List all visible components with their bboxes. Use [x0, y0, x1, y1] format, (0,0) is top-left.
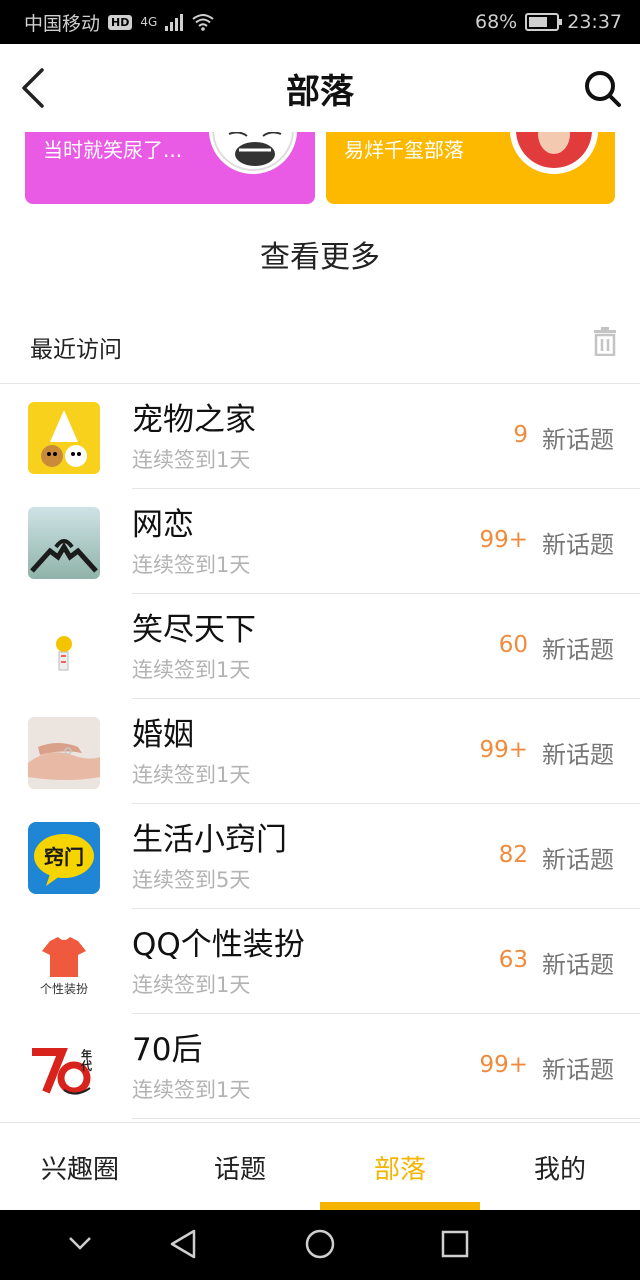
laughing-emoji-icon — [28, 612, 100, 684]
nav-home-icon[interactable] — [304, 1228, 336, 1260]
checkin-streak: 连续签到1天 — [132, 763, 251, 787]
tips-bubble-icon: 窍门 — [28, 822, 100, 894]
new-topic-count: 82 — [498, 842, 528, 868]
marriage-hands-icon — [28, 717, 100, 789]
list-item[interactable]: 个性装扮 QQ个性装扮 连续签到1天 63 新话题 — [0, 909, 640, 1014]
seventies-icon-text: 年代 — [80, 1048, 94, 1072]
list-item[interactable]: 宠物之家 连续签到1天 9 新话题 — [0, 384, 640, 489]
featured-cards: 当时就笑尿了... 易烊千玺部落 — [0, 132, 640, 212]
tribe-name: 宠物之家 — [132, 402, 256, 438]
recent-visits-label: 最近访问 — [30, 337, 122, 363]
tab-me[interactable]: 我的 — [480, 1123, 640, 1210]
bottom-tab-bar: 兴趣圈 话题 部落 我的 — [0, 1122, 640, 1210]
tips-icon-text: 窍门 — [44, 845, 84, 869]
featured-card-2[interactable]: 易烊千玺部落 — [326, 132, 615, 204]
page-title: 部落 — [286, 71, 354, 112]
checkin-streak: 连续签到1天 — [132, 973, 251, 997]
status-bar: 中国移动 HD 4G 68% 23:37 — [0, 0, 640, 44]
list-item[interactable]: 婚姻 连续签到1天 99+ 新话题 — [0, 699, 640, 804]
new-topic-count: 99+ — [479, 527, 528, 553]
trash-icon[interactable] — [592, 326, 618, 356]
tab-topics[interactable]: 话题 — [160, 1123, 320, 1210]
battery-icon — [525, 13, 563, 31]
online-love-icon — [28, 507, 100, 579]
tab-label: 兴趣圈 — [40, 1155, 119, 1185]
new-topic-label: 新话题 — [542, 741, 614, 769]
checkin-streak: 连续签到1天 — [132, 553, 251, 577]
list-item[interactable]: 笑尽天下 连续签到1天 60 新话题 — [0, 594, 640, 699]
featured-card-text: 当时就笑尿了... — [43, 138, 183, 162]
tribe-list: 宠物之家 连续签到1天 9 新话题 网恋 连续签到1天 99+ 新话题 笑尽天下… — [0, 384, 640, 1119]
view-more-button[interactable]: 查看更多 — [0, 232, 640, 276]
list-item[interactable]: 网恋 连续签到1天 99+ 新话题 — [0, 489, 640, 594]
tab-label: 话题 — [213, 1155, 266, 1185]
recent-visits-header: 最近访问 — [0, 312, 640, 384]
tab-interest-circle[interactable]: 兴趣圈 — [0, 1123, 160, 1210]
app-header: 部落 — [0, 44, 640, 132]
chevron-down-icon[interactable] — [66, 1228, 94, 1258]
checkin-streak: 连续签到1天 — [132, 1078, 251, 1102]
new-topic-label: 新话题 — [542, 636, 614, 664]
active-tab-indicator — [320, 1202, 480, 1210]
tab-label: 部落 — [373, 1155, 426, 1185]
tshirt-icon-text: 个性装扮 — [40, 982, 88, 996]
carrier-label: 中国移动 — [24, 12, 101, 35]
featured-card-1[interactable]: 当时就笑尿了... — [25, 132, 315, 204]
featured-card-text: 易烊千玺部落 — [344, 138, 464, 162]
wifi-icon — [192, 14, 214, 31]
new-topic-label: 新话题 — [542, 1056, 614, 1084]
signal-icon — [165, 13, 184, 31]
new-topic-count: 99+ — [479, 737, 528, 763]
clock: 23:37 — [567, 11, 622, 33]
new-topic-count: 60 — [498, 632, 528, 658]
new-topic-count: 63 — [498, 947, 528, 973]
meme-face-avatar — [209, 132, 297, 174]
new-topic-label: 新话题 — [542, 531, 614, 559]
tshirt-icon: 个性装扮 — [28, 927, 100, 999]
nav-back-icon[interactable] — [168, 1228, 198, 1260]
new-topic-label: 新话题 — [542, 951, 614, 979]
battery-percent: 68% — [475, 11, 518, 33]
list-item[interactable]: 年代 70后 连续签到1天 99+ 新话题 — [0, 1014, 640, 1119]
tribe-name: 笑尽天下 — [132, 612, 256, 648]
tab-tribes[interactable]: 部落 — [320, 1123, 480, 1210]
search-icon[interactable] — [584, 70, 622, 108]
seventies-logo-icon: 年代 — [28, 1032, 100, 1104]
checkin-streak: 连续签到5天 — [132, 868, 251, 892]
system-nav-bar — [0, 1210, 640, 1280]
profile-photo-avatar — [510, 132, 598, 174]
new-topic-count: 99+ — [479, 1052, 528, 1078]
tribe-name: 婚姻 — [132, 717, 194, 753]
nav-recents-icon[interactable] — [440, 1228, 470, 1260]
back-chevron-icon[interactable] — [18, 66, 58, 110]
screen: 中国移动 HD 4G 68% 23:37 部落 当时就笑尿了... 易烊千玺部落… — [0, 0, 640, 1280]
tribe-name: 网恋 — [132, 507, 194, 543]
checkin-streak: 连续签到1天 — [132, 658, 251, 682]
list-item[interactable]: 窍门 生活小窍门 连续签到5天 82 新话题 — [0, 804, 640, 909]
network-type: 4G — [140, 15, 158, 29]
tribe-name: 70后 — [132, 1032, 203, 1068]
divider — [132, 1118, 640, 1119]
checkin-streak: 连续签到1天 — [132, 448, 251, 472]
pet-home-icon — [28, 402, 100, 474]
tribe-name: 生活小窍门 — [132, 822, 287, 858]
new-topic-label: 新话题 — [542, 846, 614, 874]
tab-label: 我的 — [533, 1155, 586, 1185]
new-topic-count: 9 — [513, 422, 528, 448]
new-topic-label: 新话题 — [542, 426, 614, 454]
hd-badge: HD — [108, 14, 133, 30]
tribe-name: QQ个性装扮 — [132, 927, 305, 963]
